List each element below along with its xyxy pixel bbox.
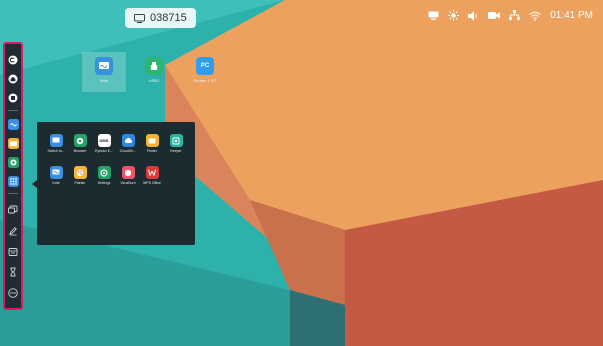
screen-mirror-icon[interactable] xyxy=(7,204,19,216)
settings-icon xyxy=(97,166,111,179)
volume-icon[interactable] xyxy=(468,10,479,21)
app-label: Finder xyxy=(147,149,157,153)
app-drawer: Switch to... Browser DMS Eyesbo E... Clo… xyxy=(37,122,195,245)
desktop-icon-label: USB1 xyxy=(148,78,160,83)
app-finder[interactable]: Finder xyxy=(140,134,164,153)
desktop-screen: 038715 01:41 PM Note USB1 PC Screen 1 PC… xyxy=(0,0,603,346)
app-label: Browser xyxy=(73,149,87,153)
app-switch[interactable]: Switch to... xyxy=(44,134,68,153)
app-browser[interactable]: Browser xyxy=(68,134,92,153)
browser-icon xyxy=(73,134,87,147)
app-virusburn[interactable]: VirusBurn xyxy=(116,166,140,185)
note-app-icon[interactable] xyxy=(7,118,19,130)
back-icon[interactable] xyxy=(7,54,19,66)
pc-icon: PC xyxy=(196,57,214,75)
keeper-icon xyxy=(169,134,183,147)
status-bar: 01:41 PM xyxy=(428,10,593,21)
browser-app-icon[interactable] xyxy=(7,156,19,168)
freeze-icon[interactable] xyxy=(7,246,19,258)
desktop-icon-label: Screen 1 PC xyxy=(193,78,217,83)
app-label: WPS Office xyxy=(142,181,162,185)
multitask-icon[interactable] xyxy=(7,92,19,104)
desktop-icon-usb[interactable]: USB1 xyxy=(131,57,177,83)
app-label: Keeper xyxy=(170,149,182,153)
annotate-pen-icon[interactable] xyxy=(7,225,19,237)
network-icon[interactable] xyxy=(509,10,521,21)
clock: 01:41 PM xyxy=(550,10,593,21)
app-settings[interactable]: Settings xyxy=(92,166,116,185)
more-icon[interactable] xyxy=(7,287,19,299)
app-label: Settings xyxy=(97,181,111,185)
wps-office-icon xyxy=(145,166,159,179)
sidebar-divider xyxy=(8,110,18,111)
folder-app-icon[interactable] xyxy=(7,137,19,149)
whiteboard-icon xyxy=(49,166,63,179)
apps-grid-icon[interactable] xyxy=(7,175,19,187)
room-code: 038715 xyxy=(150,12,187,24)
app-label: Painter xyxy=(74,181,86,185)
dms-icon: DMS xyxy=(97,134,111,147)
timer-icon[interactable] xyxy=(7,266,19,278)
desktop-icon-pc[interactable]: PC Screen 1 PC xyxy=(182,57,228,83)
sidebar-divider xyxy=(8,193,18,194)
app-label: Eyesbo E... xyxy=(95,149,113,153)
dms-glyph: DMS xyxy=(99,138,109,143)
home-icon[interactable] xyxy=(7,73,19,85)
room-code-badge[interactable]: 038715 xyxy=(125,8,196,28)
wifi-icon[interactable] xyxy=(529,11,542,21)
screen-icon xyxy=(134,13,145,23)
whiteboard-icon xyxy=(95,57,113,75)
brightness-icon[interactable] xyxy=(448,10,460,21)
app-keeper[interactable]: Keeper xyxy=(164,134,188,153)
palette-icon xyxy=(73,166,87,179)
app-label: Note xyxy=(52,181,60,185)
app-wps-office[interactable]: WPS Office xyxy=(140,166,164,185)
desktop-icon-note[interactable]: Note xyxy=(82,52,126,92)
app-painter[interactable]: Painter xyxy=(68,166,92,185)
app-dms[interactable]: DMS Eyesbo E... xyxy=(92,134,116,153)
pc-glyph: PC xyxy=(200,63,210,69)
shield-icon xyxy=(121,166,135,179)
cloud-icon xyxy=(121,134,135,147)
app-label: Switch to... xyxy=(47,149,65,153)
folder-icon xyxy=(145,134,159,147)
desktop-icon-label: Note xyxy=(99,78,109,83)
sidebar-toolbar xyxy=(3,42,23,310)
switch-source-icon xyxy=(49,134,63,147)
camera-icon[interactable] xyxy=(488,11,501,20)
app-clouddrive[interactable]: CloudDri... xyxy=(116,134,140,153)
cast-icon[interactable] xyxy=(428,11,439,20)
app-label: VirusBurn xyxy=(120,181,136,185)
app-note[interactable]: Note xyxy=(44,166,68,185)
app-label: CloudDri... xyxy=(119,149,137,153)
usb-icon xyxy=(145,57,163,75)
